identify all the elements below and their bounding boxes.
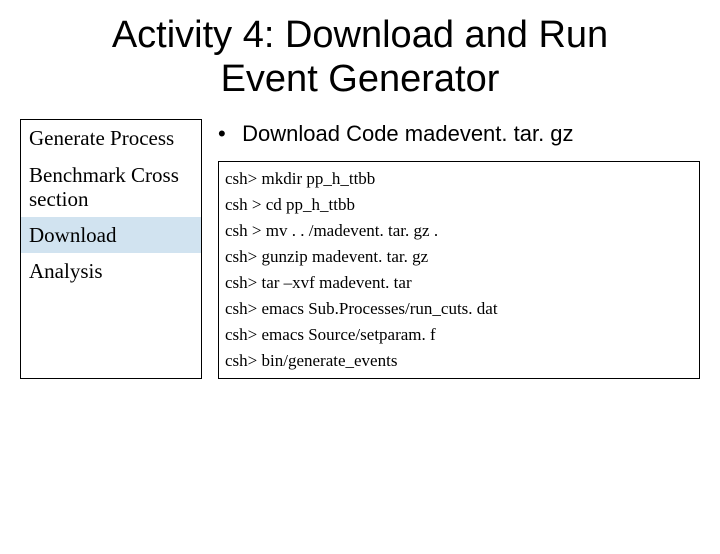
step-analysis: Analysis (21, 253, 201, 289)
bullet-dot-icon: • (218, 121, 236, 147)
terminal-line: csh > mv . . /madevent. tar. gz . (225, 218, 693, 244)
slide: Activity 4: Download and Run Event Gener… (0, 14, 720, 554)
terminal-line: csh > cd pp_h_ttbb (225, 192, 693, 218)
terminal-line: csh> emacs Source/setparam. f (225, 322, 693, 348)
main-content: • Download Code madevent. tar. gz csh> m… (218, 119, 700, 379)
step-download: Download (21, 217, 201, 253)
bullet-text: Download Code madevent. tar. gz (242, 121, 573, 146)
terminal-line: csh> emacs Sub.Processes/run_cuts. dat (225, 296, 693, 322)
terminal-box: csh> mkdir pp_h_ttbb csh > cd pp_h_ttbb … (218, 161, 700, 379)
slide-body: Generate Process Benchmark Cross section… (0, 119, 720, 379)
step-generate: Generate Process (21, 120, 201, 156)
terminal-line: csh> tar –xvf madevent. tar (225, 270, 693, 296)
terminal-line: csh> gunzip madevent. tar. gz (225, 244, 693, 270)
step-benchmark: Benchmark Cross section (21, 157, 201, 217)
terminal-line: csh> mkdir pp_h_ttbb (225, 166, 693, 192)
terminal-line: csh> bin/generate_events (225, 348, 693, 374)
bullet-download-code: • Download Code madevent. tar. gz (218, 121, 700, 147)
page-title: Activity 4: Download and Run Event Gener… (60, 14, 660, 101)
step-list: Generate Process Benchmark Cross section… (20, 119, 202, 379)
